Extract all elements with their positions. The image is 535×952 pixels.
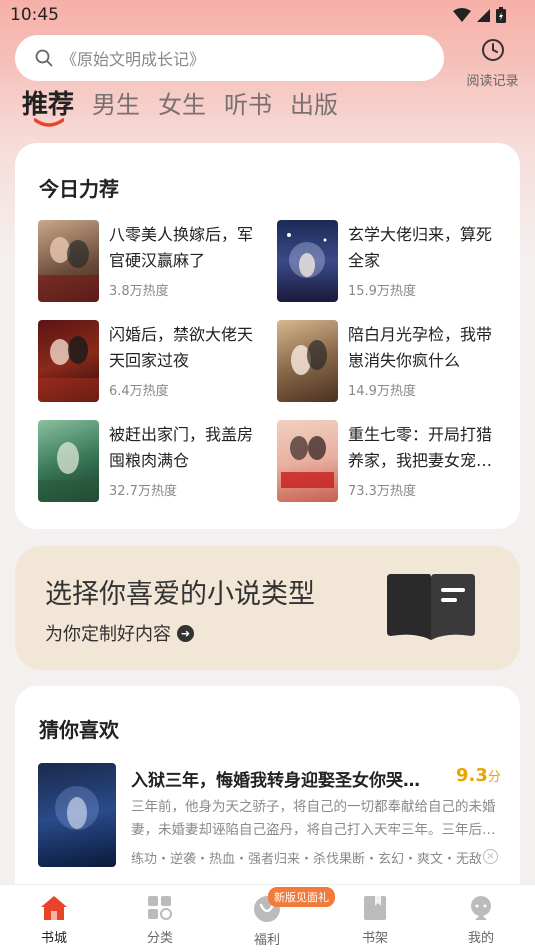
section-title: 今日力荐 <box>39 177 119 201</box>
book-item[interactable]: 重生七零：开局打猎养家，我把妻女宠上天 73.3万热度 <box>277 420 507 502</box>
status-icons <box>453 7 507 24</box>
book-cover <box>38 320 99 402</box>
bookshelf-icon <box>364 896 386 920</box>
category-tabs: 推荐 男生 女生 听书 出版 <box>22 88 356 127</box>
status-time: 10:45 <box>10 5 59 25</box>
book-heat: 73.3万热度 <box>348 484 416 499</box>
tab-label: 出版 <box>290 91 339 119</box>
book-cover <box>277 220 338 302</box>
book-item[interactable]: 八零美人换嫁后，军官硬汉赢麻了 3.8万热度 <box>38 220 268 302</box>
banner-subtitle: 为你定制好内容 ➜ <box>45 620 194 646</box>
book-cover <box>38 220 99 302</box>
banner-title: 选择你喜爱的小说类型 <box>45 579 315 610</box>
category-icon <box>148 896 172 920</box>
clock-icon <box>481 39 504 61</box>
arrow-right-icon: ➜ <box>177 624 194 642</box>
nav-label: 我的 <box>467 931 494 946</box>
section-title: 猜你喜欢 <box>39 718 119 742</box>
profile-icon <box>471 896 491 920</box>
tab-female[interactable]: 女生 <box>158 88 206 122</box>
book-item[interactable]: 陪白月光孕检，我带崽消失你疯什么 14.9万热度 <box>277 320 507 402</box>
reading-history-button[interactable]: 阅读记录 <box>460 38 525 89</box>
new-version-gift-badge: 新版见面礼 <box>268 887 335 907</box>
dismiss-icon[interactable]: × <box>483 849 498 864</box>
score-value: 9.3 <box>456 765 488 786</box>
book-title: 重生七零：开局打猎养家，我把妻女宠上天 <box>348 425 493 470</box>
today-recommend-card: 今日力荐 八零美人换嫁后，军官硬汉赢麻了 3.8万热度 玄学大佬归来，算死全家 … <box>15 143 520 529</box>
search-placeholder: 《原始文明成长记》 <box>61 50 206 69</box>
genre-preference-banner[interactable]: 选择你喜爱的小说类型 为你定制好内容 ➜ <box>15 546 520 670</box>
book-title: 闪婚后，禁欲大佬天天回家过夜 <box>109 325 254 370</box>
nav-label: 书架 <box>361 931 388 946</box>
book-heat: 15.9万热度 <box>348 284 416 299</box>
book-heat: 14.9万热度 <box>348 384 416 399</box>
book-heat: 32.7万热度 <box>109 484 177 499</box>
book-cover <box>38 420 99 502</box>
nav-category[interactable]: 分类 <box>125 895 195 946</box>
open-book-icon <box>387 574 475 640</box>
tab-label: 听书 <box>224 91 273 119</box>
battery-icon <box>496 7 506 23</box>
tab-audiobook[interactable]: 听书 <box>224 88 272 122</box>
signal-icon <box>477 9 490 22</box>
book-tags: 练功・逆袭・热血・强者归来・杀伐果断・玄幻・爽文・无敌 <box>131 852 483 867</box>
tab-label: 男生 <box>92 91 141 119</box>
nav-bookshelf[interactable]: 书架 <box>340 895 410 946</box>
status-bar: 10:45 <box>0 0 535 30</box>
tab-label: 推荐 <box>22 90 75 120</box>
active-tab-indicator <box>34 118 64 127</box>
tab-publish[interactable]: 出版 <box>290 88 338 122</box>
book-item[interactable]: 玄学大佬归来，算死全家 15.9万热度 <box>277 220 507 302</box>
book-description: 三年前，他身为天之骄子，将自己的一切都奉献给自己的未婚妻，未婚妻却诬陷自己盗丹，… <box>131 799 496 838</box>
book-title[interactable]: 入狱三年，悔婚我转身迎娶圣女你哭什么 <box>131 766 431 791</box>
book-cover <box>277 420 338 502</box>
tab-label: 女生 <box>158 91 207 119</box>
book-cover[interactable] <box>38 763 116 867</box>
tab-male[interactable]: 男生 <box>92 88 140 122</box>
banner-subtitle-text: 为你定制好内容 <box>45 624 171 645</box>
nav-bookstore[interactable]: 书城 <box>19 895 89 946</box>
nav-label: 书城 <box>40 931 67 946</box>
book-title: 陪白月光孕检，我带崽消失你疯什么 <box>348 325 493 370</box>
book-item[interactable]: 闪婚后，禁欲大佬天天回家过夜 6.4万热度 <box>38 320 268 402</box>
nav-mine[interactable]: 我的 <box>446 895 516 946</box>
guess-you-like-card: 猜你喜欢 入狱三年，悔婚我转身迎娶圣女你哭什么 9.3分 三年前，他身为天之骄子… <box>15 686 520 916</box>
wifi-icon <box>453 8 471 22</box>
score-unit: 分 <box>487 770 501 785</box>
book-heat: 3.8万热度 <box>109 284 169 299</box>
book-title: 八零美人换嫁后，军官硬汉赢麻了 <box>109 225 254 270</box>
search-icon <box>35 49 53 67</box>
search-input[interactable]: 《原始文明成长记》 <box>15 35 444 81</box>
nav-label: 分类 <box>146 931 173 946</box>
book-score: 9.3分 <box>456 765 501 786</box>
reading-history-label: 阅读记录 <box>466 74 519 89</box>
book-cover <box>277 320 338 402</box>
book-heat: 6.4万热度 <box>109 384 169 399</box>
home-icon <box>41 896 67 920</box>
book-item[interactable]: 被赶出家门，我盖房囤粮肉满仓 32.7万热度 <box>38 420 268 502</box>
book-title: 玄学大佬归来，算死全家 <box>348 225 493 270</box>
book-title: 被赶出家门，我盖房囤粮肉满仓 <box>109 425 254 470</box>
nav-label: 福利 <box>253 933 280 948</box>
tab-recommend[interactable]: 推荐 <box>22 88 75 127</box>
